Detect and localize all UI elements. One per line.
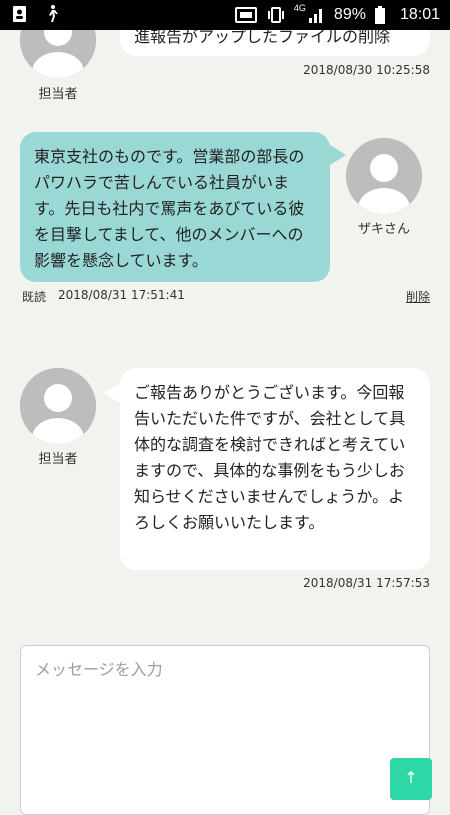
message-timestamp: 2018/08/31 17:57:53 <box>303 576 430 590</box>
message-input[interactable] <box>21 646 429 814</box>
sender-name: 担当者 <box>38 452 78 467</box>
message-bubble: 東京支社のものです。営業部の部長のパワハラで苦しんでいる社員がいます。先日も社内… <box>20 132 330 282</box>
sender-name: ザキさん <box>357 222 410 237</box>
battery-percent: 89% <box>333 6 366 23</box>
message-text: 東京支社のものです。営業部の部長のパワハラで苦しんでいる社員がいます。先日も社内… <box>34 147 305 270</box>
avatar <box>346 138 422 214</box>
user-silhouette-icon <box>20 368 96 444</box>
avatar <box>20 30 96 78</box>
walking-icon <box>49 5 58 22</box>
user-silhouette-icon <box>20 30 96 78</box>
send-button[interactable]: ↑ <box>390 758 432 800</box>
message-text: 進報告がアップしたファイルの削除 <box>134 30 391 46</box>
message-bubble: ご報告ありがとうございます。今回報告いただいた件ですが、会社として具体的な調査を… <box>120 368 430 570</box>
sender-name: 担当者 <box>38 87 78 102</box>
read-status: 既読 <box>22 290 47 304</box>
clock: 18:01 <box>399 6 440 23</box>
bubble-tail <box>330 145 346 165</box>
message-composer <box>20 645 430 815</box>
signal-icon <box>308 9 322 23</box>
network-type-label: 4G <box>293 3 306 13</box>
message-timestamp: 2018/08/30 10:25:58 <box>303 63 430 77</box>
chat-thread[interactable]: 担当者 進報告がアップしたファイルの削除 2018/08/30 10:25:58… <box>0 30 450 640</box>
bubble-tail <box>104 383 120 403</box>
status-bar: 4G 89% 18:01 <box>0 0 450 30</box>
message-timestamp: 2018/08/31 17:51:41 <box>58 288 185 302</box>
battery-icon <box>374 6 385 24</box>
delete-message-link[interactable]: 削除 <box>406 288 430 305</box>
cast-icon <box>234 7 257 23</box>
vibrate-icon <box>267 7 284 23</box>
message-bubble: 進報告がアップしたファイルの削除 <box>120 30 430 56</box>
contacts-icon <box>13 6 26 22</box>
message-text: ご報告ありがとうございます。今回報告いただいた件ですが、会社として具体的な調査を… <box>134 383 406 532</box>
user-silhouette-icon <box>346 138 422 214</box>
avatar <box>20 368 96 444</box>
